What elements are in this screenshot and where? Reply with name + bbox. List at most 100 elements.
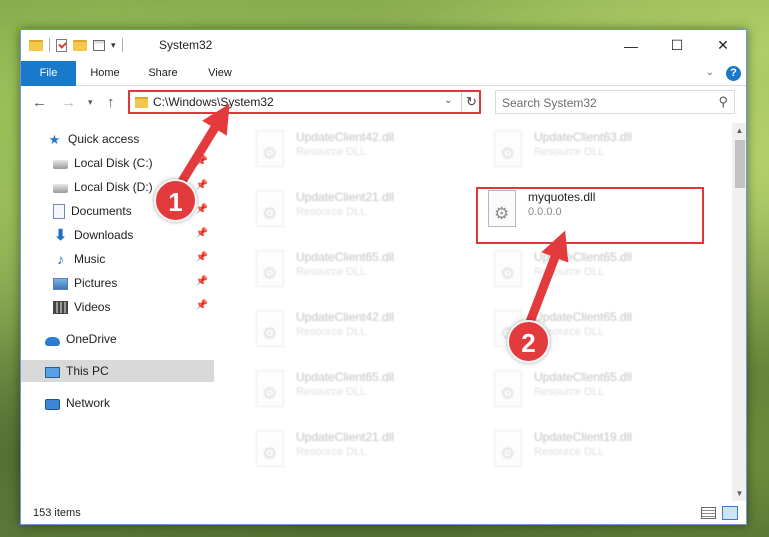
tab-home[interactable]: Home [83,61,127,86]
sidebar-item-quick-access[interactable]: ★ Quick access [21,128,214,150]
pc-icon [45,366,60,378]
help-icon[interactable]: ? [726,66,741,81]
pin-icon[interactable]: 📌 [196,252,208,263]
sidebar-item-label: Videos [74,300,111,314]
refresh-icon[interactable]: ↻ [461,92,481,112]
scroll-thumb[interactable] [735,140,745,188]
file-tile[interactable]: ⚙ UpdateClient21.dll Resource DLL [250,424,476,480]
address-bar[interactable]: C:\Windows\System32 ⌄ ↻ [128,90,481,114]
scroll-down-icon[interactable]: ▼ [732,486,746,501]
file-type: Resource DLL [296,206,367,218]
documents-icon [53,203,65,219]
recent-locations-icon[interactable]: ▾ [88,97,93,108]
music-icon: ♪ [57,250,64,267]
file-tile[interactable]: ⚙ UpdateClient19.dll Resource DLL [488,424,714,480]
tab-view[interactable]: View [198,61,242,86]
details-view-icon[interactable] [701,507,716,519]
search-input[interactable]: Search System32 ⚲ [495,90,735,114]
file-tile[interactable]: ⚙ UpdateClient21.dll Resource DLL [250,184,476,240]
file-tile[interactable]: ⚙ UpdateClient42.dll Resource DLL [250,124,476,180]
pin-icon[interactable]: 📌 [196,300,208,311]
sidebar-item-downloads[interactable]: ⬇ Downloads 📌 [21,224,214,246]
file-type: Resource DLL [534,386,605,398]
step-badge-2: 2 [507,320,550,363]
search-placeholder[interactable]: Search System32 [502,96,597,110]
file-tile[interactable]: ⚙ UpdateClient42.dll Resource DLL [250,304,476,360]
file-tile[interactable]: ⚙ UpdateClient65.dll Resource DLL [250,244,476,300]
chevron-down-icon[interactable]: ▾ [111,40,116,51]
status-bar: 153 items [21,501,746,524]
scroll-up-icon[interactable]: ▲ [732,123,746,138]
pin-icon[interactable]: 📌 [196,180,208,191]
file-highlight-box [476,187,704,244]
file-tile[interactable]: ⚙ UpdateClient65.dll Resource DLL [488,244,714,300]
sidebar-item-label: OneDrive [66,332,117,346]
tab-share[interactable]: Share [140,61,186,86]
file-tile[interactable]: ⚙ UpdateClient65.dll Resource DLL [250,364,476,420]
sidebar-item-label: Pictures [74,276,118,290]
downloads-icon: ⬇ [54,226,67,244]
sidebar-item-label: Music [74,252,106,266]
dll-file-icon: ⚙ [494,130,524,168]
dll-file-icon: ⚙ [256,370,286,408]
properties-check-icon[interactable] [56,38,67,52]
file-name: UpdateClient21.dll [296,430,395,444]
file-type: Resource DLL [534,446,605,458]
pin-icon[interactable]: 📌 [196,204,208,215]
onedrive-icon [45,336,60,346]
dll-file-icon: ⚙ [256,250,286,288]
dll-file-icon: ⚙ [256,130,286,168]
file-name: UpdateClient65.dll [534,370,633,384]
dll-file-icon: ⚙ [494,370,524,408]
quick-access-toolbar: ▾ [29,38,123,52]
file-type: Resource DLL [534,266,605,278]
file-name: UpdateClient65.dll [296,250,395,264]
sidebar-item-pictures[interactable]: Pictures 📌 [21,272,214,294]
vertical-scrollbar[interactable]: ▲ ▼ [732,123,746,501]
address-path[interactable]: C:\Windows\System32 [153,95,274,109]
maximize-button[interactable]: ☐ [654,30,700,61]
sidebar-item-network[interactable]: Network [21,392,214,414]
search-icon[interactable]: ⚲ [718,94,728,110]
file-name: UpdateClient19.dll [534,430,633,444]
dll-file-icon: ⚙ [494,430,524,468]
chevron-down-icon[interactable]: ⌄ [444,95,452,106]
forward-arrow-icon[interactable]: → [61,94,76,111]
toolbar-divider [49,38,50,52]
title-bar: ▾ System32 — ☐ ✕ [21,30,746,61]
expand-ribbon-icon[interactable]: ⌄ [706,67,714,78]
toolbar-divider [121,38,123,52]
file-tile[interactable]: ⚙ UpdateClient65.dll Resource DLL [488,364,714,420]
file-name: UpdateClient63.dll [534,130,633,144]
back-arrow-icon[interactable]: ← [32,94,47,111]
tab-file[interactable]: File [21,61,76,86]
view-properties-icon[interactable] [93,39,105,51]
window-title: System32 [159,38,213,52]
sidebar-item-videos[interactable]: Videos 📌 [21,296,214,318]
close-button[interactable]: ✕ [700,30,746,61]
file-list: ⚙ UpdateClient42.dll Resource DLL ⚙ Upda… [228,123,733,500]
pin-icon[interactable]: 📌 [196,276,208,287]
sidebar-item-label: Quick access [68,132,140,146]
pin-icon[interactable]: 📌 [196,156,208,167]
item-count: 153 items [33,507,81,519]
pin-icon[interactable]: 📌 [196,228,208,239]
sidebar-item-label: Network [66,396,111,410]
file-name: UpdateClient42.dll [296,310,395,324]
star-icon: ★ [48,131,61,147]
sidebar-item-this-pc[interactable]: This PC [21,360,214,382]
new-folder-icon[interactable] [73,39,87,51]
minimize-button[interactable]: — [608,30,654,61]
file-name: UpdateClient65.dll [534,250,633,264]
dll-file-icon: ⚙ [494,250,524,288]
sidebar-item-local-disk-c[interactable]: Local Disk (C:) 📌 [21,152,214,174]
tiles-view-icon[interactable] [722,506,738,520]
dll-file-icon: ⚙ [256,310,286,348]
sidebar-item-onedrive[interactable]: OneDrive [21,328,214,350]
file-name: UpdateClient21.dll [296,190,395,204]
folder-icon [135,97,148,108]
sidebar-item-music[interactable]: ♪ Music 📌 [21,248,214,270]
up-arrow-icon[interactable]: ↑ [107,94,115,111]
file-tile[interactable]: ⚙ UpdateClient63.dll Resource DLL [488,124,714,180]
ribbon-tabs: File Home Share View ⌄ ? [21,61,746,86]
